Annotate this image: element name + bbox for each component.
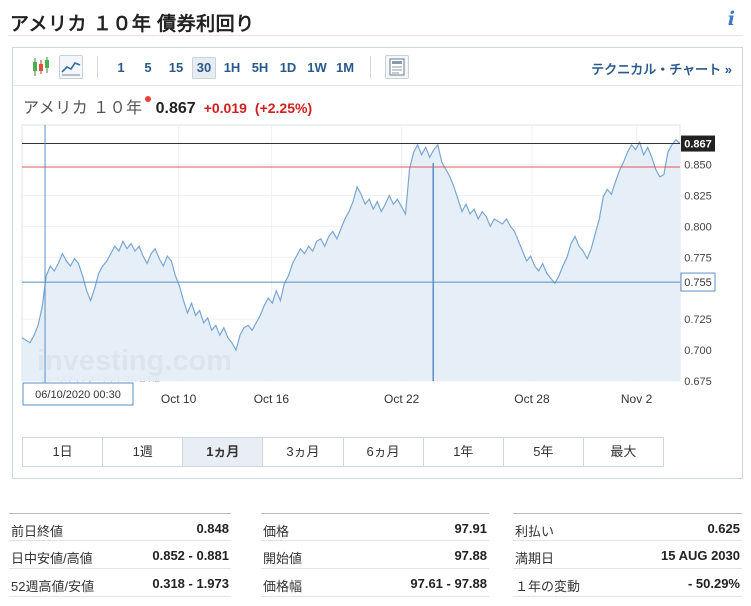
quote-change: +0.019 [203,100,247,116]
range-5y[interactable]: 5年 [503,438,584,466]
stat-label: 価格 [263,524,290,539]
stat-label: 価格幅 [263,579,303,594]
stat-label: １年の変動 [515,579,581,594]
timeframe-1[interactable]: 1 [113,57,129,79]
crosshair-date-label: 06/10/2020 00:30 [35,389,121,401]
stats-column-1: 前日終値 0.848 日中安値/高値 0.852 - 0.881 52週高値/安値 0… [9,513,231,597]
toolbar-divider [97,56,98,78]
range-1m[interactable]: 1ヵ月 [183,438,264,466]
x-tick-label: Oct 28 [514,392,550,406]
live-dot-icon [144,96,151,102]
stat-row: 52週高値/安値 0.318 - 1.973 [9,569,231,597]
range-1y[interactable]: 1年 [423,438,504,466]
stat-value: 97.88 [454,548,487,563]
stat-row: 前日終値 0.848 [9,513,231,541]
timeframe-1w[interactable]: 1W [304,57,330,79]
title-bar: アメリカ １０年 債券利回り i [8,6,743,36]
timeframe-5[interactable]: 5 [140,57,156,79]
technical-chart-link[interactable]: テクニカル・チャート » [591,59,732,78]
range-selector: 1日 1週 1ヵ月 3ヵ月 6ヵ月 1年 5年 最大 [22,437,664,467]
info-icon[interactable]: i [728,8,735,30]
timeframe-5h[interactable]: 5H [248,57,272,79]
stat-row: 満期日 15 AUG 2030 [513,541,742,569]
page-title: アメリカ １０年 債券利回り [10,14,255,35]
timeframe-1m[interactable]: 1M [332,57,358,79]
stat-label: 日中安値/高値 [11,551,93,566]
price-tag-label: 0.867 [684,139,712,151]
yield-chart[interactable]: investing.comインベスティング・ドットコム 日本版0.8670.75… [13,123,742,423]
timeframe-1d[interactable]: 1D [276,57,300,79]
timeframe-15[interactable]: 15 [165,57,187,79]
x-tick-label: Oct 10 [161,392,197,406]
y-tick-label: 0.825 [684,190,712,202]
timeframe-30[interactable]: 30 [192,57,216,79]
chart-toolbar: 1 5 15 30 1H 5H 1D 1W 1M テクニカル・チャート » [13,48,742,86]
stat-row: 価格幅 97.61 - 97.88 [261,569,489,597]
range-max[interactable]: 最大 [583,438,663,466]
stat-value: 0.625 [707,521,740,536]
stat-row: １年の変動 - 50.29% [513,569,742,597]
stat-label: 利払い [515,524,555,539]
timeframe-1h[interactable]: 1H [220,57,244,79]
stat-value: 0.848 [196,521,229,536]
y-tick-label: 0.700 [684,345,712,357]
stat-label: 満期日 [515,551,555,566]
quote-price: 0.867 [155,100,196,117]
stat-value: 0.852 - 0.881 [152,548,229,563]
stat-label: 開始値 [263,551,303,566]
candlestick-icon[interactable] [29,55,53,79]
y-tick-label: 0.800 [684,221,712,233]
stat-row: 価格 97.91 [261,513,489,541]
stat-row: 開始値 97.88 [261,541,489,569]
stat-value: - 50.29% [687,576,740,591]
range-1d[interactable]: 1日 [23,438,104,466]
y-tick-label: 0.725 [684,314,712,326]
stat-value: 97.61 - 97.88 [410,576,487,591]
stat-label: 52週高値/安値 [11,579,95,594]
line-chart-icon[interactable] [59,55,83,79]
stats-column-3: 利払い 0.625 満期日 15 AUG 2030 １年の変動 - 50.29% [513,513,742,597]
crosshair-tag-label: 0.755 [684,277,712,289]
stats-column-2: 価格 97.91 開始値 97.88 価格幅 97.61 - 97.88 [261,513,489,597]
range-1w[interactable]: 1週 [103,438,184,466]
quote-name: アメリカ １０年 [23,100,143,117]
y-tick-label: 0.775 [684,252,712,264]
document-icon[interactable] [385,55,409,79]
range-3m[interactable]: 3ヵ月 [263,438,344,466]
range-6m[interactable]: 6ヵ月 [343,438,424,466]
x-tick-label: Oct 16 [254,392,290,406]
stat-label: 前日終値 [11,524,64,539]
stat-row: 日中安値/高値 0.852 - 0.881 [9,541,231,569]
quote-row: アメリカ １０年 0.867 +0.019 (+2.25%) [23,94,313,117]
quote-change-pct: (+2.25%) [254,100,313,116]
y-tick-label: 0.675 [684,376,712,388]
y-tick-label: 0.850 [684,160,712,172]
stat-value: 0.318 - 1.973 [152,576,229,591]
chart-widget: 1 5 15 30 1H 5H 1D 1W 1M テクニカル・チャート » アメ… [12,47,743,479]
x-tick-label: Nov 2 [621,392,653,406]
stat-row: 利払い 0.625 [513,513,742,541]
stat-value: 97.91 [454,521,487,536]
x-tick-label: Oct 22 [384,392,420,406]
stat-value: 15 AUG 2030 [660,548,740,563]
toolbar-divider [370,56,371,78]
